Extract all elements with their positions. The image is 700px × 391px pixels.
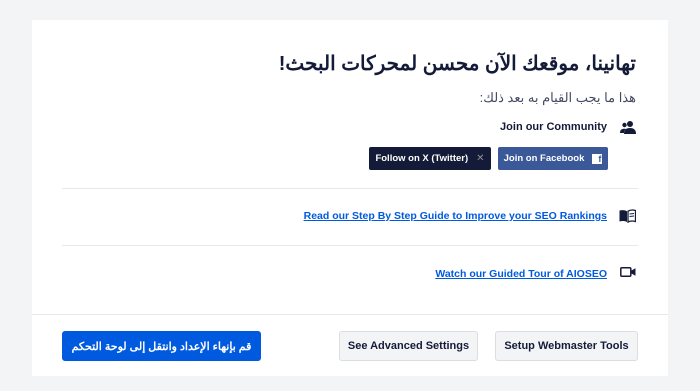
divider <box>62 188 638 189</box>
x-button-label: Follow on X (Twitter) <box>375 153 469 164</box>
page-title: تهانينا، موقعك الآن محسن لمحركات البحث! <box>278 53 636 75</box>
success-card: تهانينا، موقعك الآن محسن لمحركات البحث! … <box>32 20 668 376</box>
see-advanced-settings-button[interactable]: See Advanced Settings <box>339 331 478 361</box>
follow-x-button[interactable]: Follow on X (Twitter) ✕ <box>369 147 491 170</box>
page-subtitle: هذا ما يجب القيام به بعد ذلك: <box>479 90 636 105</box>
guided-tour-link[interactable]: Watch our Guided Tour of AIOSEO <box>435 268 607 280</box>
facebook-icon: f <box>592 153 603 164</box>
finish-setup-button[interactable]: قم بإنهاء الإعداد وانتقل إلى لوحة التحكم <box>62 331 261 361</box>
x-twitter-icon: ✕ <box>476 153 485 164</box>
facebook-button-label: Join on Facebook <box>503 153 585 164</box>
seo-guide-link[interactable]: Read our Step By Step Guide to Improve y… <box>304 210 607 222</box>
book-open-icon <box>619 209 636 223</box>
divider <box>62 245 638 246</box>
join-facebook-button[interactable]: Join on Facebook f <box>498 147 608 170</box>
community-label: Join our Community <box>500 121 607 133</box>
video-camera-icon <box>620 266 636 280</box>
card-body: تهانينا، موقعك الآن محسن لمحركات البحث! … <box>62 20 638 314</box>
setup-webmaster-tools-button[interactable]: Setup Webmaster Tools <box>495 331 638 361</box>
card-footer: Setup Webmaster Tools See Advanced Setti… <box>32 314 668 377</box>
users-icon <box>620 120 636 134</box>
